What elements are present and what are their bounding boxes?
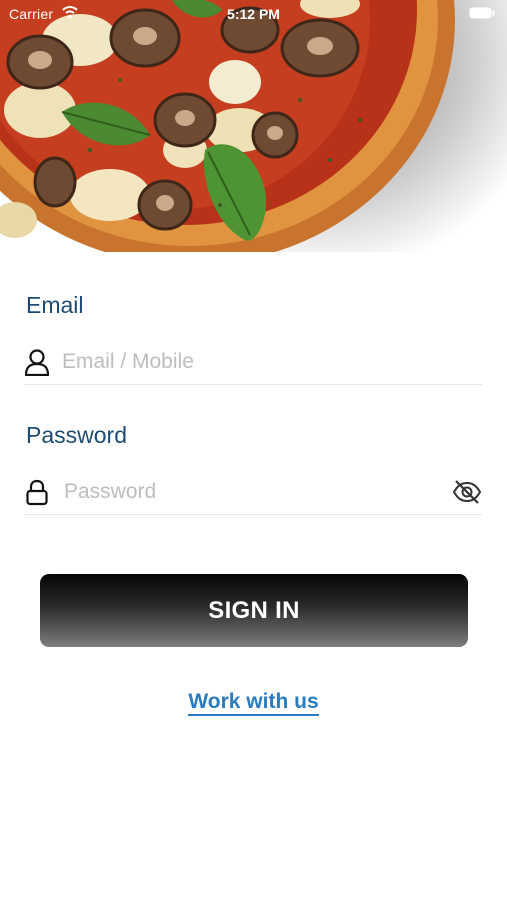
hero-image bbox=[0, 0, 507, 285]
eye-off-icon[interactable] bbox=[452, 478, 482, 506]
email-field-row bbox=[24, 340, 482, 385]
work-with-us-container: Work with us bbox=[0, 690, 507, 716]
sign-in-button[interactable]: SIGN IN bbox=[40, 574, 468, 647]
password-label: Password bbox=[26, 422, 127, 448]
status-bar: Carrier 5:12 PM bbox=[0, 0, 507, 28]
user-icon bbox=[24, 349, 50, 376]
status-time: 5:12 PM bbox=[227, 6, 280, 22]
work-with-us-link[interactable]: Work with us bbox=[188, 690, 319, 716]
pizza-image bbox=[0, 0, 455, 265]
password-field-row bbox=[24, 470, 482, 515]
lock-icon bbox=[26, 479, 48, 506]
email-input[interactable] bbox=[62, 344, 442, 380]
email-label: Email bbox=[26, 292, 84, 318]
battery-icon bbox=[469, 7, 495, 19]
password-input[interactable] bbox=[64, 474, 444, 510]
